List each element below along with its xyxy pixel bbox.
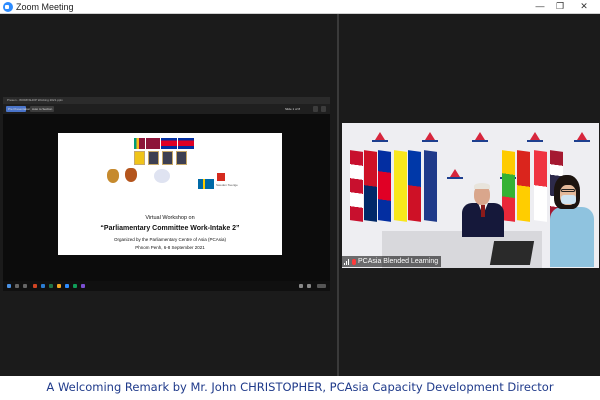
slide-counter: Slide 1 of 8 (285, 107, 301, 111)
pcasia-wall-logo-icon (372, 131, 388, 143)
powerpoint-icon[interactable] (33, 284, 37, 288)
flag-brunei-icon (394, 150, 407, 222)
task-view-icon[interactable] (23, 284, 27, 288)
flag-cambodia-icon (378, 150, 391, 222)
signal-bars-icon (344, 258, 349, 265)
flag-malaysia-icon (350, 150, 363, 222)
participant-name: PCAsia Blended Learning (358, 258, 439, 265)
zoom-taskbar-icon[interactable] (65, 284, 69, 288)
toolbar-close-icon[interactable] (321, 106, 326, 112)
toolbar-more-icon[interactable] (313, 106, 318, 112)
senate-emblem-icon (125, 168, 137, 182)
shared-app-titlebar: Presen - WORKSHOP Working 2021.pptx (3, 97, 330, 104)
pcasia-wall-logo-icon (422, 131, 438, 143)
portrait-1 (148, 151, 159, 165)
flag-laos-icon (364, 150, 377, 222)
volume-icon[interactable] (307, 284, 311, 288)
maximize-button[interactable]: ❐ (552, 0, 568, 13)
slide-heading: Virtual Workshop on (145, 215, 195, 221)
word-icon[interactable] (41, 284, 45, 288)
flag-asean-icon (424, 150, 437, 222)
slide-location-date: Phnom Penh, 6-8 September 2021 (135, 245, 205, 250)
excel-icon[interactable] (49, 284, 53, 288)
sri-lanka-flag-icon (134, 138, 145, 149)
zoom-window: Zoom Meeting — ❐ ✕ Presen - WORKSHOP Wor… (0, 0, 600, 376)
close-button[interactable]: ✕ (576, 0, 592, 13)
search-icon[interactable] (15, 284, 19, 288)
folder-icon[interactable] (57, 284, 61, 288)
swiss-flag-icon (217, 173, 225, 181)
emblem-yellow-icon (134, 151, 145, 165)
flag-vietnam-icon (517, 150, 530, 222)
pcasia-wall-logo-icon (472, 131, 488, 143)
presentation-slide: Sweden Sverige Virtual Workshop on “Parl… (58, 133, 282, 255)
clock-area[interactable] (317, 284, 326, 288)
presenter-toolbar: Pre Presentation Auto to Section Slide 1… (3, 104, 330, 114)
laptop (489, 241, 535, 265)
portrait-3 (176, 151, 187, 165)
shared-screen[interactable]: Presen - WORKSHOP Working 2021.pptx Pre … (3, 97, 330, 291)
slide-title: “Parliamentary Committee Work-Intake 2” (100, 225, 240, 232)
zoom-camera-icon (3, 2, 13, 12)
window-titlebar[interactable]: Zoom Meeting — ❐ ✕ (0, 0, 600, 14)
sweden-label: Sweden Sverige (216, 183, 238, 187)
flag-philippines-icon (408, 150, 421, 222)
window-title: Zoom Meeting (16, 2, 74, 12)
image-caption: A Welcoming Remark by Mr. John CHRISTOPH… (46, 380, 554, 394)
split-divider[interactable] (337, 14, 339, 376)
cambodia-flag-2-icon (178, 138, 194, 149)
pcasia-wall-logo-icon (574, 131, 590, 143)
network-icon[interactable] (299, 284, 303, 288)
minimize-button[interactable]: — (532, 0, 548, 13)
participant-video[interactable] (342, 123, 599, 268)
cambodia-flag-icon (161, 138, 177, 149)
start-icon[interactable] (7, 284, 11, 288)
parliament-emblem-icon (107, 169, 119, 183)
chrome-icon[interactable] (73, 284, 77, 288)
pcasia-logo-icon (154, 169, 170, 183)
slide-organizer: Organized by the Parliamentary Centre of… (113, 237, 227, 242)
teams-icon[interactable] (81, 284, 85, 288)
shared-app-title: Presen - WORKSHOP Working 2021.pptx (7, 98, 63, 102)
pcasia-wall-logo-icon (447, 168, 463, 180)
sri-lanka-flag-2-icon (146, 138, 160, 149)
flag-singapore-icon (534, 150, 547, 222)
windows-taskbar (3, 281, 330, 291)
mic-muted-icon (352, 258, 356, 265)
portrait-2 (162, 151, 173, 165)
participant-name-tag: PCAsia Blended Learning (342, 256, 442, 267)
section-button-label: Auto to Section (32, 107, 53, 111)
sweden-flag-icon (198, 179, 214, 189)
present-button-label: Pre Presentation (8, 107, 31, 111)
pcasia-wall-logo-icon (527, 131, 543, 143)
